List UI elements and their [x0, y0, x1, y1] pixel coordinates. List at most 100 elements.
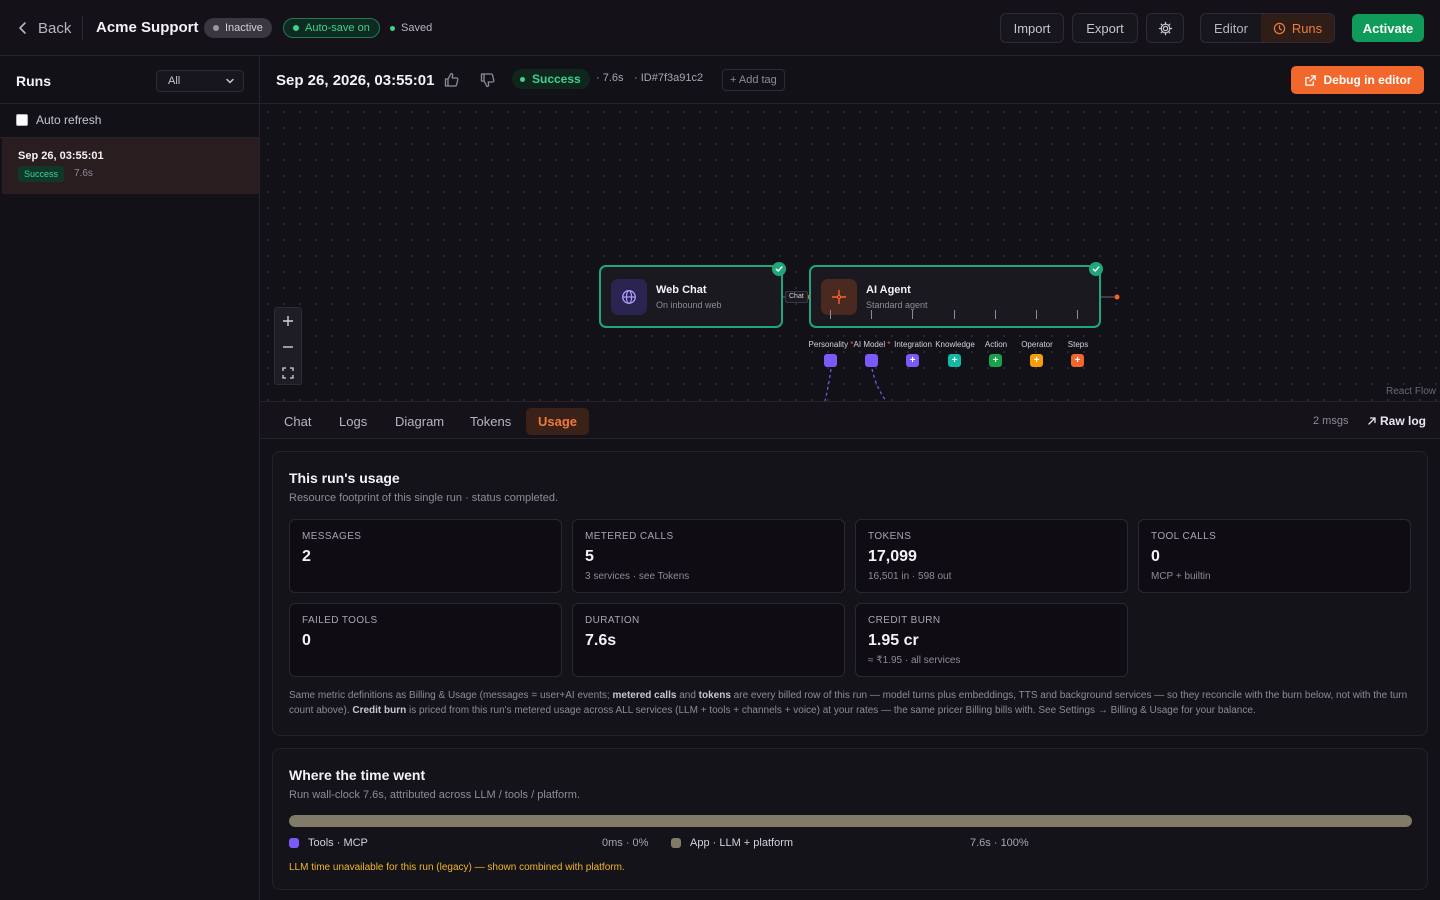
- minus-icon: [283, 346, 293, 348]
- autosave-badge-label: Auto-save on: [305, 22, 370, 34]
- react-flow-attribution[interactable]: React Flow: [1386, 386, 1436, 397]
- handle-label: AI Model: [853, 340, 886, 349]
- metric-label: TOOL CALLS: [1151, 531, 1217, 542]
- debug-in-editor-button[interactable]: Debug in editor: [1291, 66, 1424, 94]
- thumbs-up-button[interactable]: [443, 71, 461, 89]
- raw-log-link[interactable]: Raw log: [1367, 414, 1426, 428]
- node-icon-box: [611, 279, 647, 315]
- handle-connected-icon: [865, 354, 878, 367]
- run-usage-card: This run's usage Resource footprint of t…: [272, 451, 1428, 736]
- back-label: Back: [38, 19, 72, 37]
- note-bold: metered calls: [612, 690, 677, 701]
- run-id: · ID#7f3a91c2: [634, 72, 704, 84]
- runs-tab[interactable]: Runs: [1261, 14, 1334, 42]
- plus-icon: +: [948, 354, 961, 367]
- legend-label: Tools · MCP: [308, 837, 368, 849]
- run-header: Sep 26, 2026, 03:55:01 Success · 7.6s · …: [260, 56, 1440, 104]
- export-button[interactable]: Export: [1072, 13, 1138, 43]
- status-badge-label: Inactive: [225, 22, 263, 34]
- node-title: AI Agent: [866, 284, 911, 296]
- arrow-up-right-icon: [1368, 417, 1376, 425]
- metric-sub: ≈ ₹1.95 · all services: [868, 655, 961, 666]
- legend-swatch: [289, 838, 299, 848]
- view-switcher: Editor Runs: [1200, 13, 1335, 43]
- metric-value: 7.6s: [585, 632, 617, 649]
- run-item-duration: 7.6s: [74, 168, 93, 179]
- saved-dot-icon: [390, 25, 395, 31]
- auto-refresh-toggle[interactable]: Auto refresh: [16, 113, 101, 127]
- sidebar-title: Runs: [16, 73, 51, 89]
- metric-label: FAILED TOOLS: [302, 615, 378, 626]
- tab-tokens[interactable]: Tokens: [458, 408, 523, 435]
- gear-icon: [1158, 21, 1172, 35]
- editor-tab-label: Editor: [1214, 20, 1248, 36]
- metric-tokens: TOKENS 17,099 16,501 in · 598 out: [855, 519, 1128, 593]
- debug-label: Debug in editor: [1323, 73, 1412, 87]
- card-title: This run's usage: [289, 470, 400, 486]
- saved-label: Saved: [401, 22, 433, 34]
- time-bar-fill: [289, 815, 1412, 827]
- handle-connected-icon: [824, 354, 837, 367]
- run-detail-tabs: Chat Logs Diagram Tokens Usage 2 msgs Ra…: [260, 401, 1440, 439]
- metric-tool-calls: TOOL CALLS 0 MCP + builtin: [1138, 519, 1411, 593]
- edge-line: [824, 368, 832, 401]
- status-badge: Inactive: [204, 18, 272, 38]
- tab-usage[interactable]: Usage: [526, 408, 590, 435]
- autosave-badge[interactable]: Auto-save on: [283, 18, 380, 38]
- metric-credit-burn: CREDIT BURN 1.95 cr ≈ ₹1.95 · all servic…: [855, 603, 1128, 677]
- metric-value: 17,099: [868, 548, 917, 565]
- flow-canvas[interactable]: Chat Web Chat On inbound web AI Agent St…: [260, 104, 1440, 401]
- llm-time-warning: LLM time unavailable for this run (legac…: [289, 862, 625, 873]
- globe-icon: [622, 290, 636, 304]
- status-dot-icon: [520, 76, 525, 82]
- card-subtitle: Resource footprint of this single run · …: [289, 492, 559, 504]
- legend-value: 0ms · 0%: [602, 837, 649, 849]
- handle-label: Personality: [808, 340, 849, 349]
- autosave-dot-icon: [293, 25, 299, 31]
- metric-label: DURATION: [585, 615, 640, 626]
- legend-tools: Tools · MCP: [289, 837, 368, 849]
- node-ai-agent[interactable]: AI Agent Standard agent: [809, 265, 1101, 328]
- metric-value: 0: [302, 632, 311, 649]
- thumbs-up-icon: [444, 72, 459, 87]
- zoom-in-button[interactable]: [275, 308, 301, 334]
- metric-sub: 16,501 in · 598 out: [868, 571, 952, 582]
- tab-chat[interactable]: Chat: [272, 408, 323, 435]
- node-icon-box: [821, 279, 857, 315]
- run-list-item[interactable]: Sep 26, 03:55:01 Success 7.6s: [2, 138, 259, 194]
- tab-diagram[interactable]: Diagram: [383, 408, 456, 435]
- auto-refresh-checkbox[interactable]: [16, 114, 28, 126]
- add-tag-button[interactable]: + Add tag: [722, 69, 785, 91]
- import-button[interactable]: Import: [1000, 13, 1064, 43]
- metric-label: CREDIT BURN: [868, 615, 941, 626]
- fit-view-icon: [282, 367, 294, 379]
- note-text: Same metric definitions as Billing & Usa…: [289, 690, 613, 701]
- thumbs-down-button[interactable]: [479, 71, 497, 89]
- node-web-chat[interactable]: Web Chat On inbound web: [599, 265, 783, 328]
- chevron-left-icon: [19, 22, 26, 34]
- sparkle-icon: [831, 289, 847, 305]
- legend-label: App · LLM + platform: [690, 837, 794, 849]
- run-item-timestamp: Sep 26, 03:55:01: [18, 150, 104, 162]
- editor-tab[interactable]: Editor: [1201, 14, 1261, 42]
- tab-logs[interactable]: Logs: [327, 408, 379, 435]
- metric-label: METERED CALLS: [585, 531, 674, 542]
- auto-refresh-label: Auto refresh: [36, 113, 102, 127]
- run-status-badge: Success: [512, 69, 590, 89]
- run-filter-select[interactable]: All: [156, 70, 244, 92]
- fit-view-button[interactable]: [275, 360, 301, 386]
- zoom-out-button[interactable]: [275, 334, 301, 360]
- check-icon: [1089, 262, 1103, 276]
- run-timestamp: Sep 26, 2026, 03:55:01: [276, 72, 435, 89]
- time-breakdown-card: Where the time went Run wall-clock 7.6s,…: [272, 748, 1428, 890]
- legend-value: 7.6s · 100%: [970, 837, 1029, 849]
- runs-tab-label: Runs: [1291, 20, 1323, 36]
- settings-button[interactable]: [1146, 13, 1184, 43]
- zoom-controls: [274, 307, 302, 385]
- metric-definitions-note: Same metric definitions as Billing & Usa…: [289, 688, 1415, 718]
- metric-duration: DURATION 7.6s: [572, 603, 845, 677]
- activate-button[interactable]: Activate: [1352, 14, 1424, 42]
- clock-icon: [1273, 22, 1286, 34]
- back-button[interactable]: Back: [16, 16, 71, 40]
- run-filter-value: All: [168, 75, 181, 87]
